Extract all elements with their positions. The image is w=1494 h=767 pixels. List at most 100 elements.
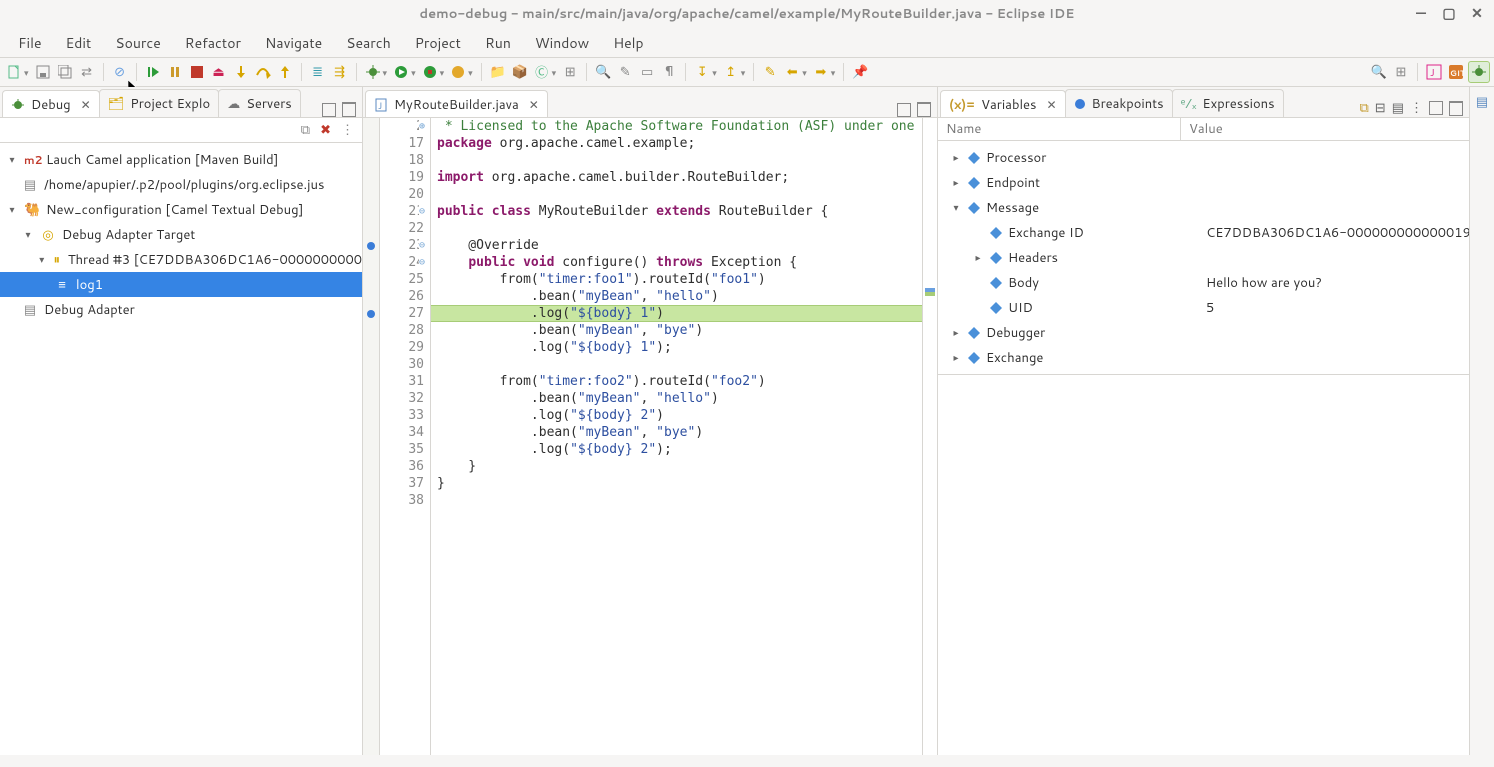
menu-help[interactable]: Help: [601, 29, 655, 57]
code-line[interactable]: .log("${body} 1");: [431, 339, 922, 356]
caret-right-icon[interactable]: ▸: [950, 326, 962, 340]
gutter-line[interactable]: 35: [380, 441, 424, 458]
maximize-view-icon[interactable]: [917, 102, 931, 117]
toggle-whitespace-icon[interactable]: ¶: [659, 62, 679, 82]
marker-well[interactable]: [363, 441, 379, 458]
code-line[interactable]: [431, 356, 922, 373]
gutter-line[interactable]: 30: [380, 356, 424, 373]
pin-editor-icon[interactable]: 📌: [850, 62, 870, 82]
code-editor[interactable]: 2171819202122232425262728293031323334353…: [363, 118, 937, 755]
menu-refactor[interactable]: Refactor: [173, 29, 253, 57]
code-line[interactable]: [431, 152, 922, 169]
minimize-icon[interactable]: —: [1414, 6, 1428, 20]
prev-annotation-icon[interactable]: ↥: [721, 62, 741, 82]
code-line[interactable]: .log("${body} 2"): [431, 407, 922, 424]
gutter-line[interactable]: 32: [380, 390, 424, 407]
variable-row[interactable]: ▸Endpoint: [938, 170, 1469, 195]
tab-variables[interactable]: (x)= Variables ✕: [940, 90, 1066, 118]
tab-breakpoints[interactable]: Breakpoints: [1065, 89, 1173, 117]
marker-well[interactable]: [363, 458, 379, 475]
step-into-icon[interactable]: [231, 62, 251, 82]
gutter-line[interactable]: 23: [380, 237, 424, 254]
marker-well[interactable]: [363, 339, 379, 356]
code-line[interactable]: from("timer:foo1").routeId("foo1"): [431, 271, 922, 288]
variable-value[interactable]: 5: [1198, 299, 1469, 317]
menu-project[interactable]: Project: [403, 29, 473, 57]
chevron-down-icon[interactable]: ▾: [411, 66, 416, 79]
marker-well[interactable]: [363, 356, 379, 373]
marker-well[interactable]: [363, 288, 379, 305]
chevron-down-icon[interactable]: ▾: [831, 66, 836, 79]
gutter-line[interactable]: 29: [380, 339, 424, 356]
show-type-names-icon[interactable]: ⧉: [1360, 99, 1369, 117]
column-name[interactable]: Name: [938, 118, 1181, 140]
gutter-line[interactable]: 19: [380, 169, 424, 186]
tree-node-path[interactable]: ▤ /home/apupier/.p2/pool/plugins/org.ecl…: [0, 172, 362, 197]
chevron-down-icon[interactable]: ▾: [741, 66, 746, 79]
menu-window[interactable]: Window: [523, 29, 601, 57]
close-icon[interactable]: ✕: [81, 96, 91, 113]
gutter-line[interactable]: 21: [380, 203, 424, 220]
resume-icon[interactable]: [143, 62, 163, 82]
marker-well[interactable]: [363, 492, 379, 509]
code-line[interactable]: [431, 492, 922, 509]
caret-right-icon[interactable]: ▸: [972, 251, 984, 265]
code-line[interactable]: .bean("myBean", "bye"): [431, 322, 922, 339]
terminate-icon[interactable]: [187, 62, 207, 82]
maximize-view-icon[interactable]: [1449, 101, 1463, 116]
view-menu-icon[interactable]: ⋮: [341, 121, 354, 139]
breakpoint-icon[interactable]: [367, 310, 375, 318]
view-menu-icon[interactable]: ⋮: [1410, 99, 1423, 117]
marker-well[interactable]: [363, 186, 379, 203]
close-icon[interactable]: ✕: [1470, 6, 1484, 20]
tab-servers[interactable]: ☁ Servers: [218, 89, 301, 117]
code-line[interactable]: [431, 220, 922, 237]
gutter-line[interactable]: 28: [380, 322, 424, 339]
overview-ruler[interactable]: [922, 118, 937, 755]
close-icon[interactable]: ✕: [1046, 96, 1056, 113]
search-list-icon[interactable]: 🔍: [593, 62, 613, 82]
code-line[interactable]: }: [431, 458, 922, 475]
code-line[interactable]: .bean("myBean", "bye"): [431, 424, 922, 441]
marker-well[interactable]: [363, 254, 379, 271]
variable-value[interactable]: Hello how are you?: [1198, 274, 1469, 292]
gutter-line[interactable]: 25: [380, 271, 424, 288]
variable-row[interactable]: ▸Headers: [938, 245, 1469, 270]
marker-well[interactable]: [363, 152, 379, 169]
code-line[interactable]: @Override: [431, 237, 922, 254]
tab-project-explorer[interactable]: 🗂 Project Explo: [99, 89, 219, 117]
chevron-down-icon[interactable]: ▾: [24, 66, 29, 79]
gutter-line[interactable]: 24: [380, 254, 424, 271]
chevron-down-icon[interactable]: ▾: [468, 66, 473, 79]
marker-well[interactable]: [363, 475, 379, 492]
tree-node-frame-log1[interactable]: ≡ log1: [0, 272, 362, 297]
caret-down-icon[interactable]: ▾: [950, 201, 962, 215]
layout-icon[interactable]: ▤: [1392, 99, 1404, 117]
caret-right-icon[interactable]: ▸: [950, 176, 962, 190]
code-line[interactable]: .bean("myBean", "hello"): [431, 390, 922, 407]
drop-to-frame-icon[interactable]: ≣: [308, 62, 328, 82]
gutter-line[interactable]: 37: [380, 475, 424, 492]
tree-node-newconfig[interactable]: ▾ 🐫 New_configuration [Camel Textual Deb…: [0, 197, 362, 222]
save-icon[interactable]: [33, 62, 53, 82]
marker-well[interactable]: [363, 373, 379, 390]
marker-well[interactable]: [363, 135, 379, 152]
code-line[interactable]: package org.apache.camel.example;: [431, 135, 922, 152]
variable-row[interactable]: ▸Exchange: [938, 345, 1469, 370]
perspective-java-icon[interactable]: J: [1424, 62, 1444, 82]
variable-row[interactable]: ▾Message: [938, 195, 1469, 220]
code-line[interactable]: public class MyRouteBuilder extends Rout…: [431, 203, 922, 220]
gutter-line[interactable]: 36: [380, 458, 424, 475]
last-edit-icon[interactable]: ✎: [760, 62, 780, 82]
caret-right-icon[interactable]: ▸: [950, 151, 962, 165]
code-line[interactable]: }: [431, 475, 922, 492]
tree-node-launch[interactable]: ▾ m2 Lauch Camel application [Maven Buil…: [0, 147, 362, 172]
code-line[interactable]: import org.apache.camel.builder.RouteBui…: [431, 169, 922, 186]
close-icon[interactable]: ✕: [529, 96, 539, 113]
step-return-icon[interactable]: [275, 62, 295, 82]
new-class-icon[interactable]: Ⓒ: [532, 62, 552, 82]
code-line[interactable]: .log("${body} 2");: [431, 441, 922, 458]
run-icon[interactable]: [391, 62, 411, 82]
new-package-icon[interactable]: 📦: [510, 62, 530, 82]
marker-well[interactable]: [363, 169, 379, 186]
